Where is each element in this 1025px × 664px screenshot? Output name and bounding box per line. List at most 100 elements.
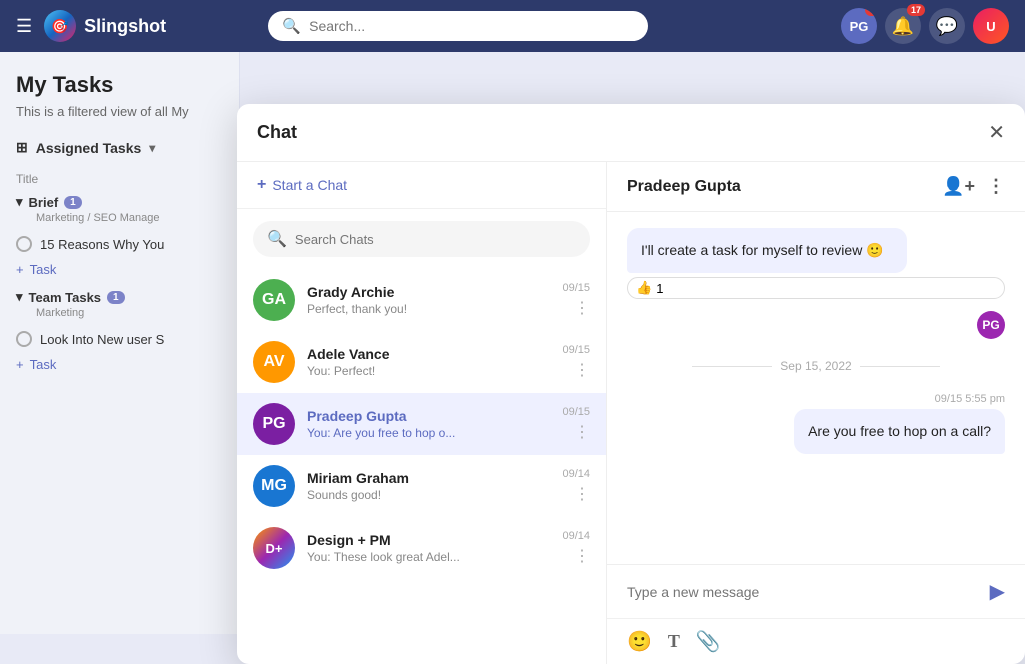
- task-group-brief-header[interactable]: ▾ Brief 1: [16, 194, 223, 210]
- sender-avatar-row: PG: [627, 311, 1005, 339]
- chat-avatar-design-pm: D+: [253, 527, 295, 569]
- group-count: 1: [107, 291, 125, 304]
- chat-list: GA Grady Archie Perfect, thank you! 09/1…: [237, 269, 606, 664]
- task-item: 15 Reasons Why You: [16, 232, 223, 256]
- plus-icon: +: [257, 176, 266, 194]
- user-avatar[interactable]: U: [973, 8, 1009, 44]
- chat-date: 09/14: [562, 468, 590, 480]
- app-name: Slingshot: [84, 16, 166, 37]
- more-icon[interactable]: ⋮: [574, 422, 590, 442]
- chat-contact-name: Adele Vance: [307, 346, 550, 362]
- nav-icons: PG 7 🔔 17 💬 U: [841, 8, 1009, 44]
- group-name: Brief: [29, 195, 59, 210]
- group-count: 1: [64, 196, 82, 209]
- chat-item-design-pm[interactable]: D+ Design + PM You: These look great Ade…: [237, 517, 606, 579]
- task-item: Look Into New user S: [16, 327, 223, 351]
- sidebar: My Tasks This is a filtered view of all …: [0, 52, 240, 634]
- send-button[interactable]: ▶: [990, 579, 1005, 604]
- column-title: Title: [16, 172, 223, 186]
- chat-item-meta: 09/14 ⋮: [562, 530, 590, 566]
- chat-search-input[interactable]: [295, 232, 576, 247]
- chat-avatar-pradeep: PG: [253, 403, 295, 445]
- chat-date: 09/14: [562, 530, 590, 542]
- chat-nav-btn[interactable]: 💬: [929, 8, 965, 44]
- group-subtitle: Marketing / SEO Manage: [36, 212, 223, 224]
- message-time: 09/15 5:55 pm: [935, 393, 1005, 405]
- group-subtitle: Marketing: [36, 307, 223, 319]
- task-checkbox[interactable]: [16, 331, 32, 347]
- hamburger-icon[interactable]: ☰: [16, 16, 32, 37]
- page-title: My Tasks: [16, 72, 223, 98]
- chat-contact-name: Design + PM: [307, 532, 550, 548]
- chat-modal-title: Chat: [257, 122, 297, 143]
- chat-modal-body: + Start a Chat 🔍 GA Grady Archie Perfect…: [237, 162, 1025, 664]
- thumbs-up-emoji: 👍: [636, 280, 652, 296]
- msg-reaction[interactable]: 👍 1: [627, 277, 1005, 299]
- chat-item-meta: 09/14 ⋮: [562, 468, 590, 504]
- chat-date: 09/15: [562, 406, 590, 418]
- avatar-nav-btn[interactable]: PG 7: [841, 8, 877, 44]
- chat-modal: Chat ✕ + Start a Chat 🔍 GA: [237, 104, 1025, 664]
- chat-item-info: Grady Archie Perfect, thank you!: [307, 284, 550, 316]
- more-icon[interactable]: ⋮: [574, 360, 590, 380]
- filter-icon: ⊞: [16, 139, 28, 156]
- chat-item-miriam[interactable]: MG Miriam Graham Sounds good! 09/14 ⋮: [237, 455, 606, 517]
- more-options-icon[interactable]: ⋮: [987, 176, 1005, 197]
- chat-item-adele[interactable]: AV Adele Vance You: Perfect! 09/15 ⋮: [237, 331, 606, 393]
- more-icon[interactable]: ⋮: [574, 298, 590, 318]
- chat-input-area: ▶: [607, 564, 1025, 618]
- chat-item-pradeep[interactable]: PG Pradeep Gupta You: Are you free to ho…: [237, 393, 606, 455]
- chat-modal-header: Chat ✕: [237, 104, 1025, 162]
- add-task-label: Task: [30, 262, 57, 277]
- task-group-team-header[interactable]: ▾ Team Tasks 1: [16, 289, 223, 305]
- chat-list-panel: + Start a Chat 🔍 GA Grady Archie Perfect…: [237, 162, 607, 664]
- chat-item-info: Miriam Graham Sounds good!: [307, 470, 550, 502]
- task-group-team: ▾ Team Tasks 1 Marketing Look Into New u…: [16, 289, 223, 372]
- more-icon[interactable]: ⋮: [574, 484, 590, 504]
- logo-icon: 🎯: [44, 10, 76, 42]
- chevron-down-icon: ▾: [16, 289, 23, 305]
- emoji-icon[interactable]: 🙂: [627, 629, 652, 654]
- add-task-button-team[interactable]: + Task: [16, 357, 223, 372]
- msg-bubble-outgoing: Are you free to hop on a call?: [794, 409, 1005, 454]
- bell-icon: 🔔: [892, 16, 914, 37]
- assigned-tasks-section[interactable]: ⊞ Assigned Tasks ▾: [16, 139, 223, 156]
- chat-detail-actions: 👤+ ⋮: [942, 176, 1005, 197]
- chat-item-meta: 09/15 ⋮: [562, 344, 590, 380]
- plus-icon: +: [16, 357, 24, 372]
- chat-search-bar[interactable]: 🔍: [253, 221, 590, 257]
- chat-date: 09/15: [562, 344, 590, 356]
- chat-contact-name: Grady Archie: [307, 284, 550, 300]
- chat-preview: Perfect, thank you!: [307, 302, 550, 316]
- task-checkbox[interactable]: [16, 236, 32, 252]
- more-icon[interactable]: ⋮: [574, 546, 590, 566]
- global-search[interactable]: 🔍: [268, 11, 648, 41]
- chat-item-info: Adele Vance You: Perfect!: [307, 346, 550, 378]
- date-divider: Sep 15, 2022: [627, 359, 1005, 373]
- chat-avatar-grady: GA: [253, 279, 295, 321]
- notifications-btn[interactable]: 🔔 17: [885, 8, 921, 44]
- chat-item-grady[interactable]: GA Grady Archie Perfect, thank you! 09/1…: [237, 269, 606, 331]
- group-name: Team Tasks: [29, 290, 102, 305]
- add-task-button-brief[interactable]: + Task: [16, 262, 223, 277]
- search-input[interactable]: [309, 18, 634, 34]
- message-input[interactable]: [627, 584, 978, 600]
- attachment-icon[interactable]: 📎: [696, 629, 721, 654]
- add-user-icon[interactable]: 👤+: [942, 176, 975, 197]
- chat-preview: Sounds good!: [307, 488, 550, 502]
- sender-avatar: PG: [977, 311, 1005, 339]
- text-format-icon[interactable]: T: [668, 631, 680, 652]
- task-title: Look Into New user S: [40, 332, 164, 347]
- start-chat-button[interactable]: + Start a Chat: [237, 162, 606, 209]
- chat-toolbar: 🙂 T 📎: [607, 618, 1025, 664]
- main-layout: My Tasks This is a filtered view of all …: [0, 52, 1025, 634]
- sidebar-subtitle: This is a filtered view of all My: [16, 104, 223, 119]
- message-outgoing: 09/15 5:55 pm Are you free to hop on a c…: [627, 393, 1005, 454]
- close-button[interactable]: ✕: [988, 120, 1005, 145]
- chat-messages-list: I'll create a task for myself to review …: [607, 212, 1025, 564]
- search-icon: 🔍: [267, 229, 287, 249]
- tasks-badge: 7: [865, 8, 877, 16]
- chat-date: 09/15: [562, 282, 590, 294]
- chat-item-meta: 09/15 ⋮: [562, 282, 590, 318]
- notif-badge: 17: [907, 4, 925, 16]
